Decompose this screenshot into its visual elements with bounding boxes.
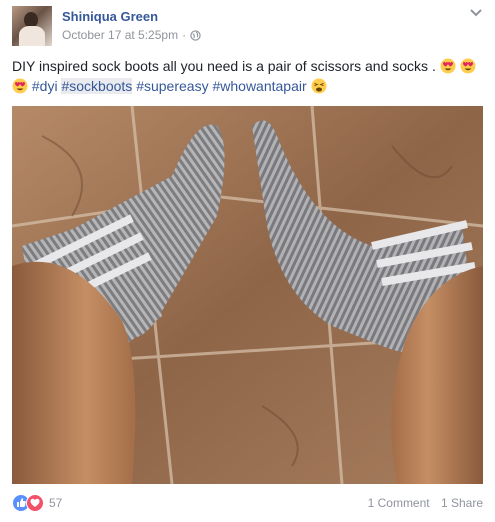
- post-timestamp[interactable]: October 17 at 5:25pm: [62, 28, 178, 42]
- chevron-down-icon[interactable]: [469, 8, 483, 18]
- tired-face-emoji-icon: [311, 78, 327, 94]
- heart-eyes-emoji-icon: [460, 58, 476, 74]
- post-footer: 57 1 Comment 1 Share: [12, 494, 483, 512]
- heart-eyes-emoji-icon: [12, 78, 28, 94]
- globe-icon[interactable]: [190, 29, 201, 41]
- post-header: Shiniqua Green October 17 at 5:25pm ·: [12, 6, 483, 46]
- author-name[interactable]: Shiniqua Green: [62, 9, 158, 24]
- hashtag-link[interactable]: #whowantapair: [212, 78, 306, 94]
- post-stats: 1 Comment 1 Share: [360, 494, 483, 512]
- post-text-line: DIY inspired sock boots all you need is …: [12, 58, 436, 74]
- shares-count-link[interactable]: 1 Share: [441, 496, 483, 510]
- hashtag-link[interactable]: #dyi: [32, 78, 58, 94]
- heart-eyes-emoji-icon: [440, 58, 456, 74]
- love-icon: [26, 494, 44, 512]
- legs-in-socks-photo: [12, 106, 483, 484]
- comments-count-link[interactable]: 1 Comment: [368, 496, 430, 510]
- post-photo[interactable]: [12, 106, 483, 484]
- avatar[interactable]: [12, 6, 52, 46]
- post-meta: October 17 at 5:25pm ·: [62, 28, 201, 42]
- hashtag-link[interactable]: #sockboots: [61, 78, 133, 94]
- facebook-post: Shiniqua Green October 17 at 5:25pm · DI…: [0, 0, 495, 522]
- meta-separator: ·: [182, 28, 187, 42]
- reactions-summary[interactable]: 57: [12, 494, 62, 512]
- reaction-count[interactable]: 57: [49, 494, 62, 512]
- hashtag-link[interactable]: #supereasy: [136, 78, 208, 94]
- post-text: DIY inspired sock boots all you need is …: [12, 56, 483, 96]
